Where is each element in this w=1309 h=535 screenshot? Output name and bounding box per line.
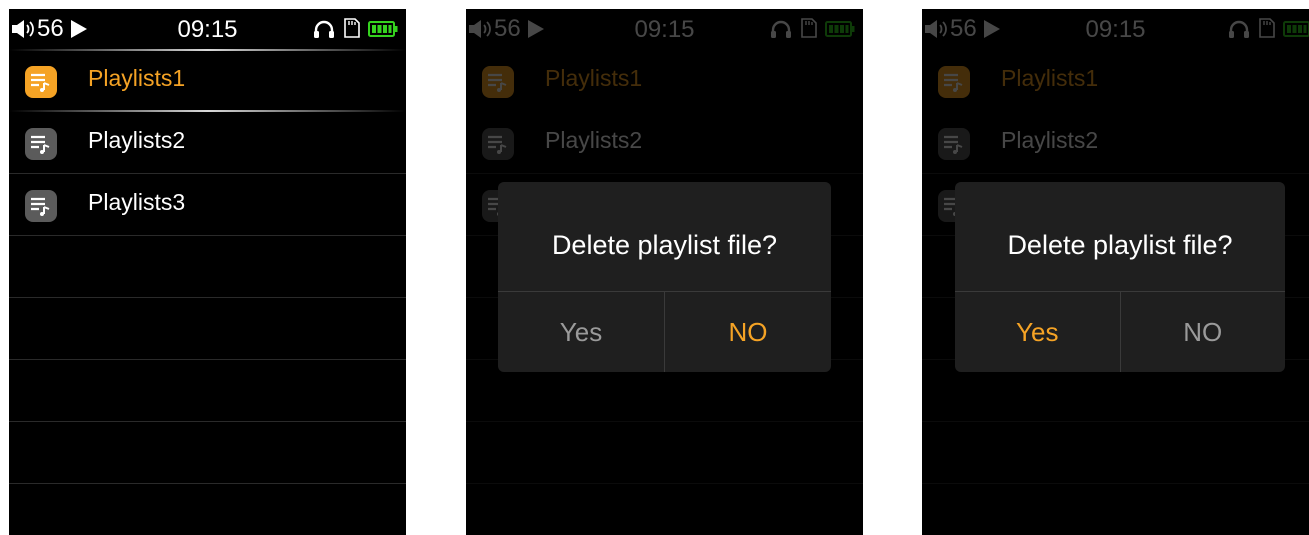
screen-delete-confirm-no: 56 09:15 Playlists1 Playlists2 Playlists… (466, 9, 863, 535)
list-item-label: Playlists3 (88, 189, 186, 215)
dialog-message: Delete playlist file? (1007, 230, 1233, 260)
list-item-playlists2[interactable]: Playlists2 (9, 112, 406, 174)
empty-row (9, 360, 406, 422)
no-button[interactable]: NO (1119, 292, 1286, 372)
list-item-playlists1[interactable]: Playlists1 (9, 50, 406, 111)
list-item-label: Playlists1 (88, 65, 186, 91)
list-item-label: Playlists2 (88, 127, 186, 153)
headphones-icon (314, 20, 334, 38)
yes-button[interactable]: Yes (498, 292, 664, 372)
dialog-message: Delete playlist file? (551, 230, 778, 260)
list-item-playlists3[interactable]: Playlists3 (9, 174, 406, 236)
battery-icon (368, 20, 398, 37)
yes-button[interactable]: Yes (955, 292, 1120, 372)
playlist-icon (25, 128, 57, 160)
empty-row (9, 298, 406, 360)
delete-dialog: Delete playlist file? Yes NO (498, 182, 831, 372)
playlist-icon (25, 66, 57, 98)
empty-row (9, 422, 406, 484)
delete-dialog: Delete playlist file? Yes NO (955, 182, 1285, 372)
screen-playlist-list: 56 09:15 Playlists1 Playlists2 Playlists… (9, 9, 406, 535)
no-button[interactable]: NO (664, 292, 831, 372)
screen-delete-confirm-yes: 56 09:15 Playlists1 Playlists2 Playlists… (922, 9, 1309, 535)
status-bar: 56 09:15 (9, 9, 406, 49)
sd-card-icon (344, 18, 360, 38)
playlist-icon (25, 190, 57, 222)
empty-row (9, 236, 406, 298)
